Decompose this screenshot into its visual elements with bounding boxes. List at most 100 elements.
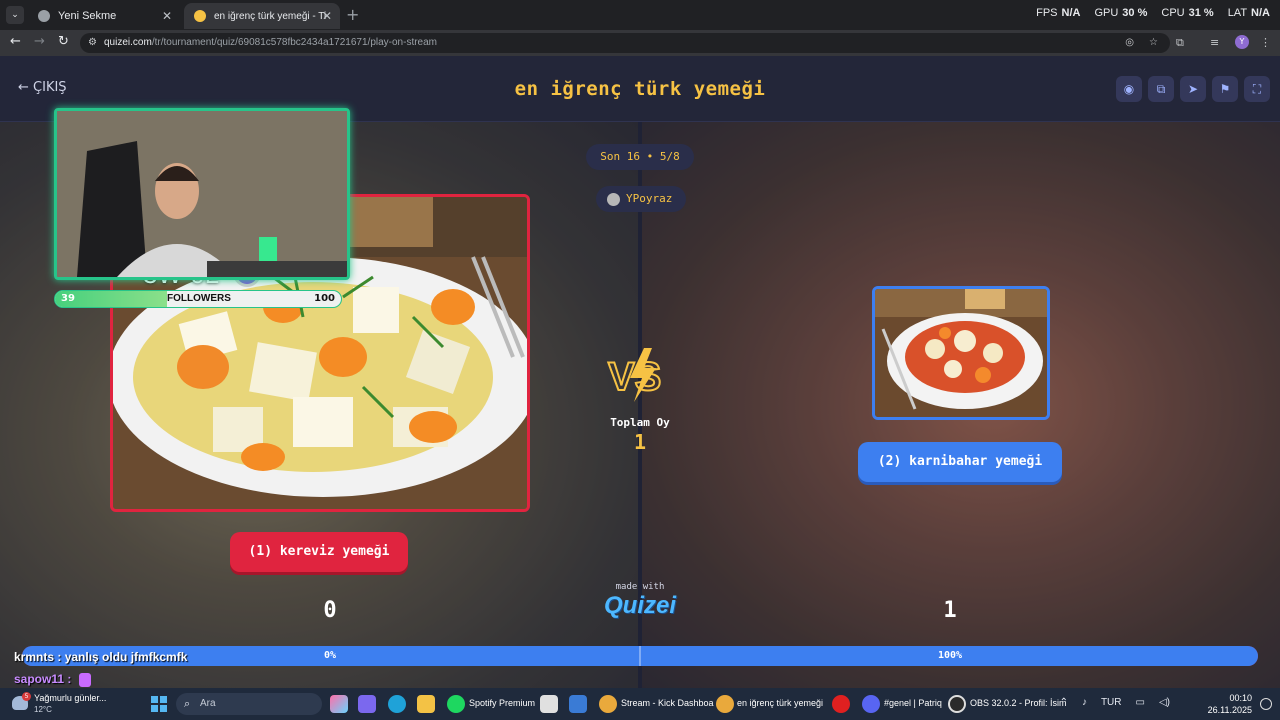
weather-alert-badge: 5	[22, 692, 31, 701]
search-placeholder: Ara	[200, 698, 216, 709]
forward-arrow-icon[interactable]: →	[34, 34, 45, 49]
eye-off-icon[interactable]: ◎	[1125, 33, 1134, 53]
site-info-icon[interactable]: ⚙	[88, 33, 97, 53]
back-arrow-icon[interactable]: ←	[10, 34, 21, 49]
language-indicator[interactable]: TUR	[1101, 697, 1122, 708]
versus-icon: VS	[607, 348, 662, 402]
teams-icon[interactable]	[358, 695, 376, 713]
taskbar-search[interactable]: ⌕ Ara	[176, 693, 322, 715]
fps-label: FPS	[1036, 7, 1058, 19]
author-name: YPoyraz	[626, 192, 673, 205]
emote-icon	[78, 672, 91, 687]
flag-icon[interactable]: ⚑	[1212, 76, 1238, 102]
url-bar[interactable]: ⚙ quizei.com/tr/tournament/quiz/69081c57…	[80, 33, 1170, 53]
option-2-percent: 100%	[937, 650, 963, 661]
fullscreen-icon[interactable]: ⛶	[1244, 76, 1270, 102]
page-title: en iğrenç türk yemeği	[514, 78, 766, 100]
url-host: quizei.com	[104, 37, 152, 48]
windows-taskbar: 5 Yağmurlu günler... 12°C ⌕ Ara Spotify …	[0, 688, 1280, 720]
clock-time: 00:10	[1229, 693, 1252, 703]
option-2-button[interactable]: (2) karnibahar yemeği	[858, 442, 1062, 482]
edge-icon[interactable]	[388, 695, 406, 713]
avatar	[607, 193, 620, 206]
send-icon[interactable]: ➤	[1180, 76, 1206, 102]
followers-current: 39	[61, 293, 75, 304]
taskbar-app-kick[interactable]: Stream - Kick Dashboa	[621, 698, 714, 708]
total-votes-value: 1	[633, 430, 647, 454]
obs-icon[interactable]	[948, 695, 966, 713]
streamer-camera-feed	[57, 111, 347, 277]
taskbar-app-obs[interactable]: OBS 32.0.2 - Profil: İsim	[970, 698, 1067, 708]
fps-value: N/A	[1061, 7, 1081, 19]
microphone-icon[interactable]: ♪	[1082, 697, 1087, 708]
share-icon[interactable]: ⧉	[1148, 76, 1174, 102]
close-icon[interactable]: ✕	[322, 9, 332, 23]
chat-message: krmnts : yanlış oldu jfmfkcmfk	[14, 650, 188, 664]
discord-icon[interactable]	[862, 695, 880, 713]
eye-icon[interactable]: ◉	[1116, 76, 1142, 102]
tab-search-button[interactable]: ⌄	[6, 6, 24, 24]
tab-title: en iğrenç türk yemeği - Tier List	[214, 10, 326, 22]
option-1-button[interactable]: (1) kereviz yemeği	[230, 532, 408, 572]
webcam-overlay	[54, 108, 350, 280]
star-icon[interactable]: ☆	[1149, 33, 1158, 53]
cpu-label: CPU	[1161, 7, 1185, 19]
round-badge: Son 16 • 5/8	[586, 144, 694, 170]
copilot-icon[interactable]	[330, 695, 348, 713]
chat-text: yanlış oldu jfmfkcmfk	[64, 650, 188, 664]
clock[interactable]: 00:10 26.11.2025	[1208, 692, 1252, 716]
option-2-score: 1	[943, 598, 957, 623]
gpu-label: GPU	[1094, 7, 1119, 19]
chat-message: sapow11 :	[14, 672, 91, 687]
cpu-value: 31 %	[1188, 7, 1214, 19]
tab-new-tab[interactable]: Yeni Sekme ✕	[28, 3, 180, 29]
quizei-favicon-icon	[194, 10, 206, 22]
reload-icon[interactable]: ↻	[58, 34, 69, 49]
menu-icon[interactable]: ⋮	[1260, 36, 1271, 49]
tab-title: Yeni Sekme	[58, 10, 117, 22]
tab-quizei[interactable]: en iğrenç türk yemeği - Tier List ✕	[184, 3, 340, 29]
option-1-score: 0	[323, 598, 337, 623]
option-2-image[interactable]	[872, 286, 1050, 420]
system-tray: ⌃ ♪ TUR ▭ ◁)	[1060, 697, 1170, 708]
taskbar-app-quizei[interactable]: en iğrenç türk yemeği	[737, 698, 823, 708]
vote-progress-bar	[22, 646, 1258, 666]
clock-date: 26.11.2025	[1207, 705, 1252, 715]
taskbar-app-spotify[interactable]: Spotify Premium	[469, 698, 535, 708]
extensions-icon[interactable]: ⧉	[1176, 36, 1184, 50]
weather-text[interactable]: Yağmurlu günler...	[34, 693, 106, 703]
spotify-icon[interactable]	[447, 695, 465, 713]
store-icon[interactable]	[540, 695, 558, 713]
close-icon[interactable]: ✕	[162, 9, 172, 23]
quizei-logo[interactable]: Quizei	[590, 592, 690, 620]
notification-icon[interactable]	[1260, 698, 1272, 710]
chrome-icon[interactable]	[716, 695, 734, 713]
author-badge[interactable]: YPoyraz	[596, 186, 686, 212]
start-button[interactable]	[151, 696, 167, 712]
option-1-percent: 0%	[323, 650, 337, 661]
chrome-icon[interactable]	[599, 695, 617, 713]
opera-icon[interactable]	[832, 695, 850, 713]
progress-midline	[639, 646, 641, 666]
taskbar-app-discord[interactable]: #genel | Patriq	[884, 698, 942, 708]
mail-icon[interactable]	[569, 695, 587, 713]
address-toolbar: ← → ↻ ⚙ quizei.com/tr/tournament/quiz/69…	[0, 30, 1280, 56]
profile-avatar[interactable]: Y	[1235, 35, 1249, 49]
chevron-up-icon[interactable]: ⌃	[1060, 697, 1068, 708]
followers-goal-bar: 39 FOLLOWERS 100	[54, 290, 342, 308]
total-votes-label: Toplam Oy	[610, 416, 670, 429]
cauliflower-stew-image	[875, 289, 1047, 417]
new-tab-button[interactable]: +	[346, 5, 359, 24]
network-icon[interactable]: ▭	[1136, 697, 1145, 708]
gpu-value: 30 %	[1122, 7, 1148, 19]
search-icon: ⌕	[184, 698, 191, 710]
volume-icon[interactable]: ◁)	[1159, 697, 1170, 708]
performance-stats: FPS N/A GPU 30 % CPU 31 % LAT N/A	[1036, 7, 1270, 19]
lat-label: LAT	[1227, 7, 1248, 19]
made-with-label: made with	[615, 582, 665, 592]
quiz-page: ← ÇIKIŞ en iğrenç türk yemeği ◉ ⧉ ➤ ⚑ ⛶ …	[0, 56, 1280, 688]
followers-label: FOLLOWERS	[167, 293, 231, 304]
file-explorer-icon[interactable]	[417, 695, 435, 713]
media-icon[interactable]: ≡	[1210, 36, 1219, 49]
chat-username: krmnts	[14, 650, 55, 664]
